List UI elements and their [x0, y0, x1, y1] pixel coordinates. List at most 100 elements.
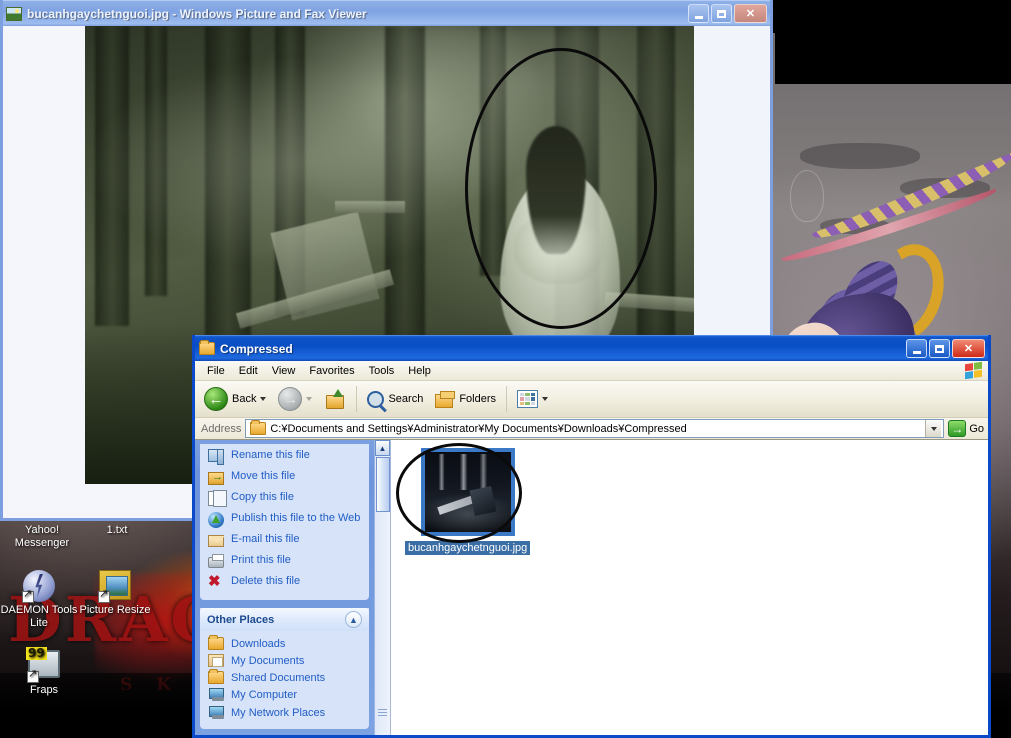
- chevron-down-icon[interactable]: [542, 397, 549, 401]
- other-place-label: My Documents: [231, 654, 305, 667]
- other-places-title: Other Places: [207, 613, 275, 626]
- explorer-close-button[interactable]: ✕: [952, 339, 985, 358]
- other-place-shared-documents[interactable]: Shared Documents: [208, 669, 363, 686]
- search-button[interactable]: Search: [362, 384, 428, 414]
- explorer-minimize-button[interactable]: [906, 339, 927, 358]
- task-publish-this-file-to-the-web[interactable]: Publish this file to the Web: [208, 509, 363, 530]
- folders-icon: [435, 390, 456, 408]
- file-list-pane[interactable]: bucanhgaychetnguoi.jpg: [390, 440, 988, 735]
- shortcut-arrow-icon: [22, 588, 34, 603]
- desktop-icon-label: Messenger: [14, 537, 70, 549]
- viewer-window-title: bucanhgaychetnguoi.jpg - Windows Picture…: [27, 6, 367, 21]
- other-place-label: Shared Documents: [231, 671, 326, 684]
- scrollbar-thumb[interactable]: [376, 457, 390, 512]
- other-places-header[interactable]: Other Places ▲: [200, 608, 369, 631]
- desktop-icon-label: Picture Resize: [79, 604, 151, 616]
- explorer-window-controls: ✕: [906, 339, 985, 358]
- task-pane-scrollbar[interactable]: ▲: [374, 440, 390, 735]
- chevron-down-icon[interactable]: [260, 397, 267, 401]
- picture-viewer-icon: [6, 6, 22, 21]
- address-label: Address: [201, 422, 242, 435]
- menu-item-tools[interactable]: Tools: [362, 363, 402, 379]
- scrollbar-grip: [378, 709, 387, 717]
- viewer-close-button[interactable]: ✕: [734, 4, 767, 23]
- viewer-maximize-button[interactable]: [711, 4, 732, 23]
- rename-icon: [208, 449, 225, 465]
- my-documents-icon: [208, 654, 224, 667]
- desktop-icon-label: Yahoo!: [24, 524, 60, 536]
- explorer-maximize-button[interactable]: [929, 339, 950, 358]
- menu-bar[interactable]: File Edit View Favorites Tools Help: [195, 361, 988, 381]
- go-arrow-icon: →: [948, 420, 967, 437]
- menu-item-view[interactable]: View: [265, 363, 303, 379]
- other-places-panel: Other Places ▲ Downloads My Documents Sh…: [200, 608, 369, 729]
- task-rename-this-file[interactable]: Rename this file: [208, 446, 363, 467]
- email-icon: [208, 533, 225, 549]
- forward-button[interactable]: →: [273, 384, 317, 414]
- other-place-label: Downloads: [231, 637, 286, 650]
- go-button[interactable]: → Go: [948, 420, 984, 437]
- desktop-icon-fraps[interactable]: Fraps: [5, 647, 83, 697]
- explorer-title-bar[interactable]: Compressed ✕: [195, 335, 988, 361]
- menu-item-favorites[interactable]: Favorites: [302, 363, 361, 379]
- task-pane[interactable]: Rename this file Move this file Copy thi…: [195, 440, 390, 735]
- explorer-main: Rename this file Move this file Copy thi…: [195, 440, 988, 735]
- thumbnail-annotation-ellipse: [396, 443, 522, 543]
- views-icon: [517, 390, 539, 408]
- task-move-this-file[interactable]: Move this file: [208, 467, 363, 488]
- chevron-down-icon: [930, 426, 937, 431]
- up-button[interactable]: [319, 384, 351, 414]
- folder-icon: [208, 635, 224, 650]
- task-label: Move this file: [231, 470, 296, 482]
- other-place-my-documents[interactable]: My Documents: [208, 652, 363, 669]
- desktop-icon-1-txt[interactable]: 1.txt: [78, 524, 156, 537]
- chevron-down-icon[interactable]: [306, 397, 313, 401]
- menu-item-help[interactable]: Help: [401, 363, 438, 379]
- menu-item-edit[interactable]: Edit: [232, 363, 265, 379]
- task-copy-this-file[interactable]: Copy this file: [208, 488, 363, 509]
- chevron-up-icon[interactable]: ▲: [345, 611, 362, 628]
- my-computer-icon: [208, 688, 224, 702]
- copy-icon: [208, 490, 227, 507]
- address-bar[interactable]: Address C:¥Documents and Settings¥Admini…: [195, 418, 988, 440]
- folders-button-label: Folders: [459, 393, 497, 405]
- desktop-icon-label: DAEMON Tools Lite: [0, 604, 78, 629]
- desktop-icon-label: Fraps: [29, 684, 59, 696]
- forward-arrow-icon: →: [278, 387, 303, 411]
- views-button[interactable]: [512, 384, 553, 414]
- search-button-label: Search: [388, 393, 424, 405]
- task-email-this-file[interactable]: E-mail this file: [208, 530, 363, 551]
- task-print-this-file[interactable]: Print this file: [208, 551, 363, 572]
- scroll-up-button[interactable]: ▲: [375, 440, 390, 456]
- address-input[interactable]: C:¥Documents and Settings¥Administrator¥…: [245, 419, 945, 438]
- explorer-window-title: Compressed: [220, 341, 293, 356]
- toolbar-separator: [506, 386, 508, 412]
- desktop-icon-yahoo-messenger[interactable]: Yahoo! Messenger: [3, 524, 81, 550]
- publish-icon: [208, 512, 225, 528]
- explorer-window[interactable]: Compressed ✕ File Edit View Favorites To…: [192, 335, 991, 738]
- network-icon: [208, 706, 224, 720]
- desktop-icon-picture-resize[interactable]: Picture Resize: [76, 570, 154, 617]
- desktop-icon-daemon-tools-lite[interactable]: DAEMON Tools Lite: [0, 570, 78, 630]
- menu-item-file[interactable]: File: [200, 363, 232, 379]
- task-delete-this-file[interactable]: ✖ Delete this file: [208, 572, 363, 593]
- fraps-icon: [26, 647, 60, 683]
- address-value: C:¥Documents and Settings¥Administrator¥…: [270, 422, 687, 435]
- viewer-minimize-button[interactable]: [688, 4, 709, 23]
- task-label: Delete this file: [231, 575, 301, 587]
- other-place-downloads[interactable]: Downloads: [208, 635, 363, 652]
- tool-bar[interactable]: ← Back → Search Folders: [195, 381, 988, 418]
- move-icon: [208, 470, 225, 486]
- viewer-title-bar[interactable]: bucanhgaychetnguoi.jpg - Windows Picture…: [3, 0, 770, 26]
- address-dropdown-button[interactable]: [925, 420, 942, 437]
- shortcut-arrow-icon: [98, 588, 110, 603]
- back-button[interactable]: ← Back: [199, 384, 271, 414]
- task-label: Rename this file: [231, 449, 310, 461]
- folder-icon: [250, 420, 267, 435]
- other-place-my-computer[interactable]: My Computer: [208, 686, 363, 704]
- shortcut-arrow-icon: [27, 668, 39, 683]
- search-icon: [367, 390, 385, 408]
- folders-button[interactable]: Folders: [430, 384, 501, 414]
- delete-icon: ✖: [208, 573, 221, 590]
- other-place-my-network-places[interactable]: My Network Places: [208, 704, 363, 722]
